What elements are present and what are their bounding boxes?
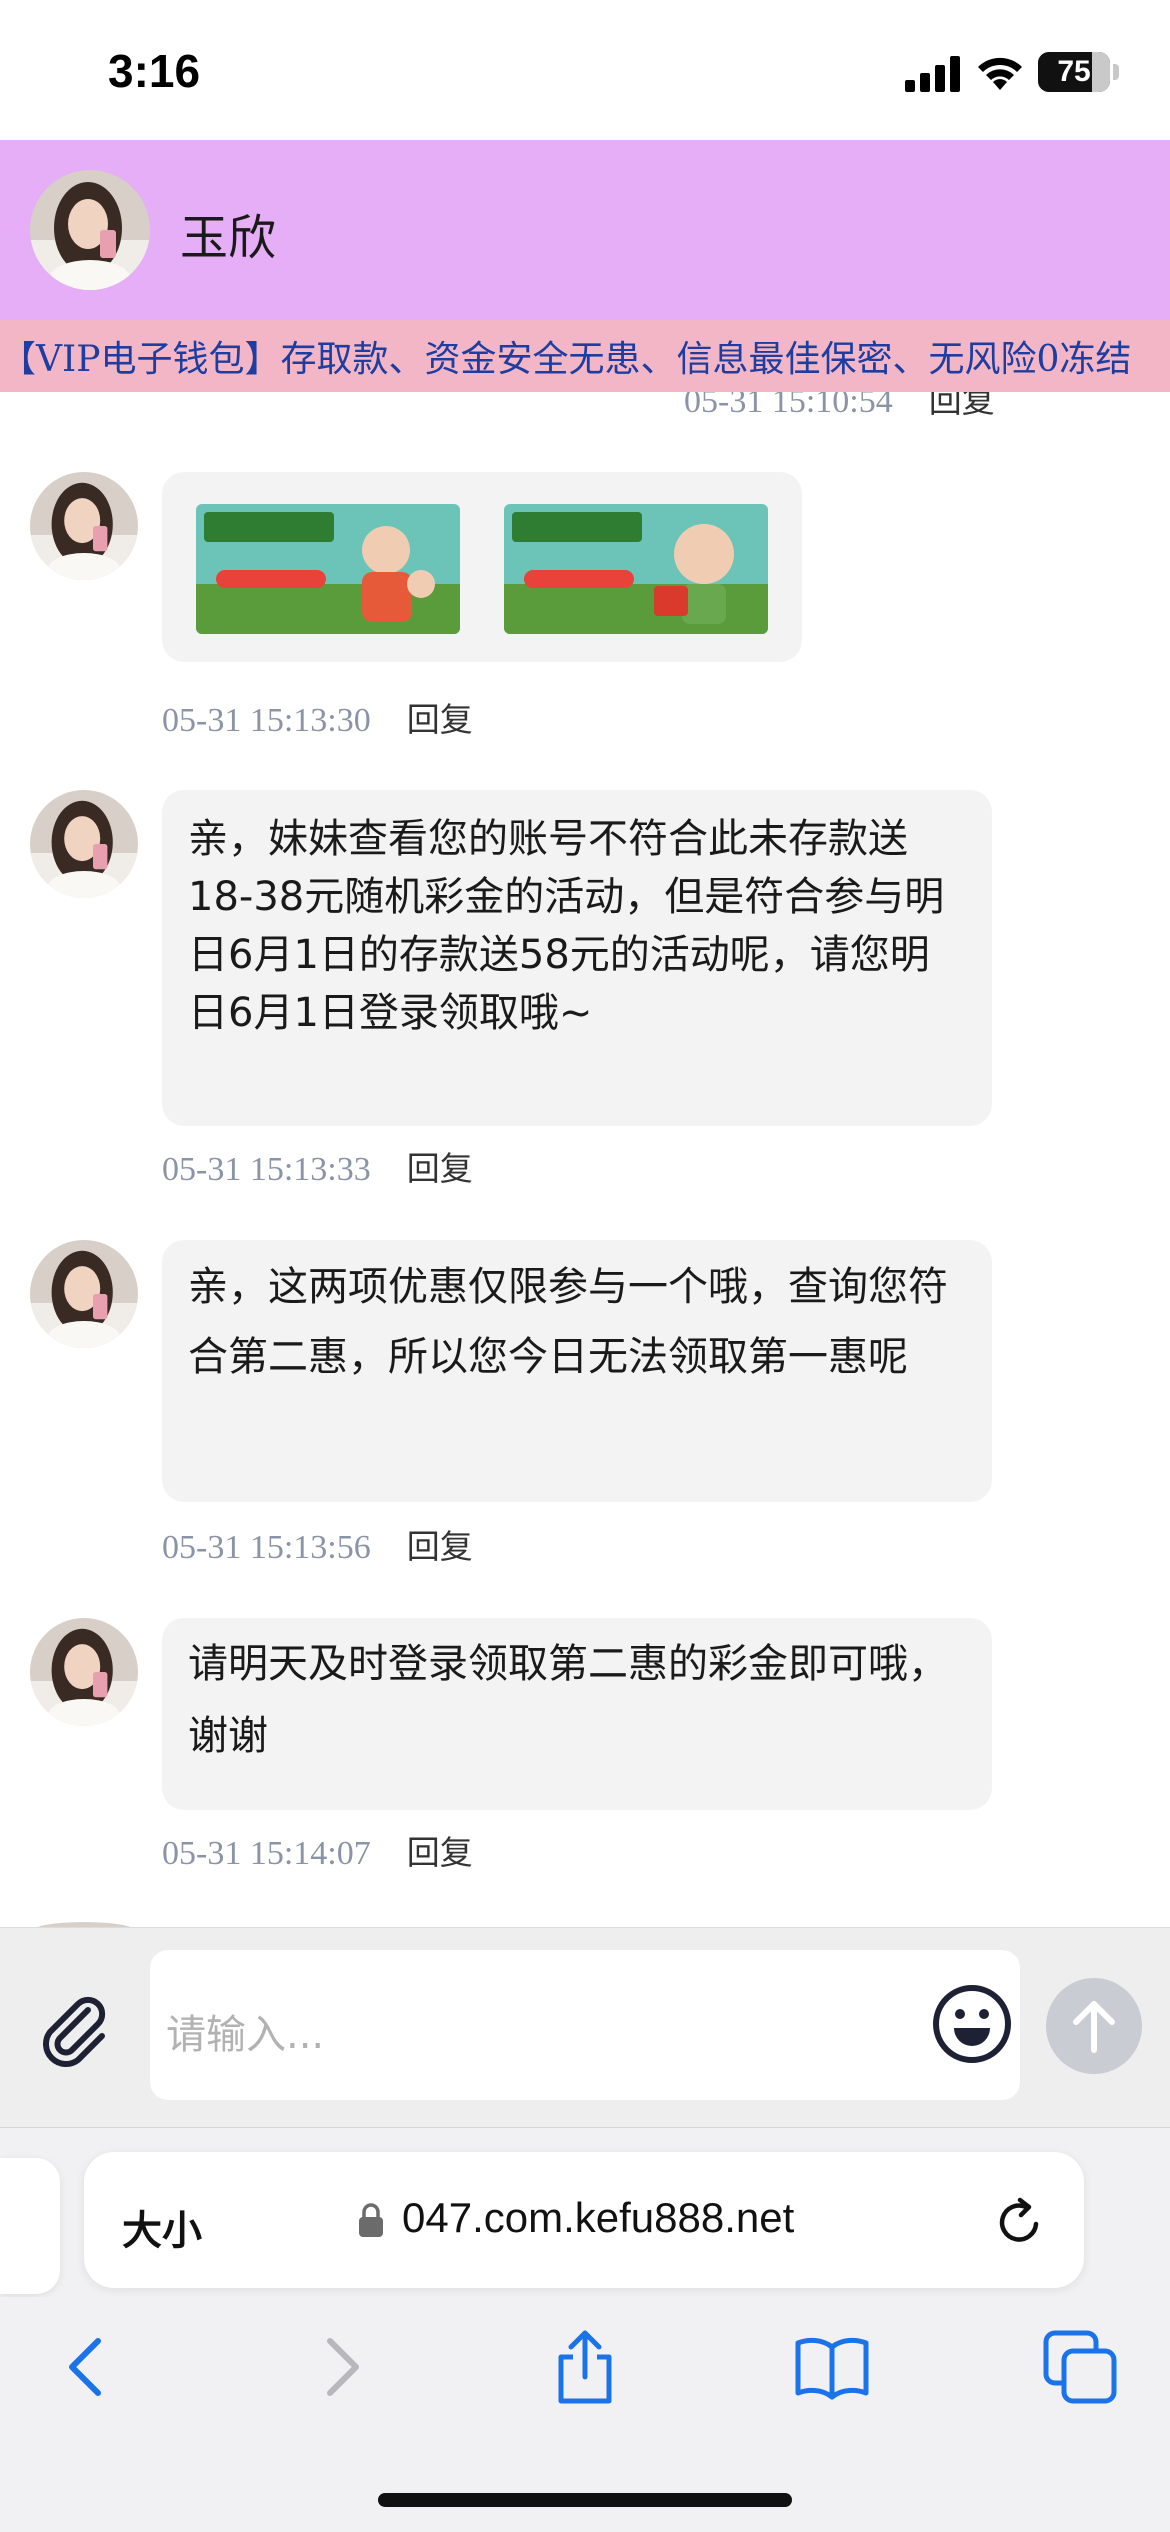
previous-tab[interactable]	[0, 2158, 60, 2294]
status-bar: 3:16 75	[0, 0, 1170, 140]
announcement-text: 【VIP电子钱包】存取款、资金安全无患、信息最佳保密、无风险0冻结	[0, 339, 1132, 380]
reply-button[interactable]: 回复	[407, 700, 473, 739]
send-button[interactable]	[1046, 1978, 1142, 2074]
reload-icon[interactable]	[992, 2194, 1046, 2248]
chat-header: 玉欣	[0, 140, 1170, 320]
promo-banner-image[interactable]	[504, 504, 768, 634]
agent-avatar	[30, 1240, 138, 1348]
message-bubble: 请明天及时登录领取第二惠的彩金即可哦，谢谢	[162, 1618, 992, 1810]
home-indicator	[378, 2493, 792, 2507]
promo-banner-image[interactable]	[196, 504, 460, 634]
message-time: 05-31 15:13:56	[162, 1529, 371, 1566]
address-bar[interactable]: 大小 047.com.kefu888.net	[84, 2152, 1084, 2288]
tabs-icon[interactable]	[1040, 2327, 1120, 2407]
share-icon[interactable]	[545, 2327, 625, 2407]
message-meta: 05-31 15:13:30 回复	[162, 693, 473, 741]
message-meta: 05-31 15:13:33 回复	[162, 1142, 473, 1190]
message-bubble-images	[162, 472, 802, 662]
status-time: 3:16	[108, 45, 201, 97]
reply-button[interactable]: 回复	[407, 1527, 473, 1566]
message-bubble: 亲，妹妹查看您的账号不符合此未存款送18-38元随机彩金的活动，但是符合参与明日…	[162, 790, 992, 1126]
browser-address-area: 大小 047.com.kefu888.net	[0, 2127, 1170, 2297]
text-size-button[interactable]: 大小	[122, 2198, 202, 2256]
message-text: 亲，这两项优惠仅限参与一个哦，查询您符合第二惠，所以您今日无法领取第一惠呢	[188, 1264, 948, 1380]
chat-input-bar: 请输入...	[0, 1927, 1170, 2127]
announcement-marquee: 【VIP电子钱包】存取款、资金安全无患、信息最佳保密、无风险0冻结	[0, 320, 1170, 392]
reply-button[interactable]: 回复	[929, 392, 995, 420]
message-time: 05-31 15:13:33	[162, 1151, 371, 1188]
wifi-icon	[978, 57, 1022, 90]
message-time: 05-31 15:10:54	[684, 392, 893, 420]
message-time: 05-31 15:13:30	[162, 702, 371, 739]
paperclip-icon[interactable]	[36, 1988, 116, 2068]
battery-icon: 75	[1038, 52, 1110, 92]
cellular-signal-icon	[905, 56, 960, 92]
message-text: 请明天及时登录领取第二惠的彩金即可哦，谢谢	[188, 1641, 948, 1759]
contact-avatar[interactable]	[30, 170, 150, 290]
reply-button[interactable]: 回复	[407, 1149, 473, 1188]
message-input[interactable]: 请输入...	[150, 1950, 1020, 2100]
message-bubble: 亲，这两项优惠仅限参与一个哦，查询您符合第二惠，所以您今日无法领取第一惠呢	[162, 1240, 992, 1502]
battery-percent: 75	[1057, 55, 1091, 88]
arrow-up-icon	[1073, 2001, 1115, 2053]
message-meta: 05-31 15:10:54 回复	[684, 392, 995, 422]
message-meta: 05-31 15:14:07 回复	[162, 1826, 473, 1874]
chevron-left-icon[interactable]	[48, 2327, 128, 2407]
smiley-icon[interactable]	[930, 1982, 1014, 2066]
input-placeholder: 请输入...	[166, 2012, 325, 2058]
message-meta: 05-31 15:13:56 回复	[162, 1520, 473, 1568]
reply-button[interactable]: 回复	[407, 1833, 473, 1872]
agent-avatar	[30, 472, 138, 580]
contact-name: 玉欣	[180, 210, 277, 266]
message-list[interactable]: 05-31 15:10:54 回复 05-31 15:13:30 回复 亲，妹妹…	[0, 392, 1170, 1927]
chevron-right-icon[interactable]	[300, 2327, 380, 2407]
lock-icon	[359, 2203, 383, 2237]
book-icon[interactable]	[792, 2327, 872, 2407]
url-text: 047.com.kefu888.net	[402, 2194, 795, 2241]
message-time: 05-31 15:14:07	[162, 1835, 371, 1872]
message-text: 亲，妹妹查看您的账号不符合此未存款送18-38元随机彩金的活动，但是符合参与明日…	[188, 816, 945, 1036]
agent-avatar	[30, 790, 138, 898]
agent-avatar	[30, 1618, 138, 1726]
